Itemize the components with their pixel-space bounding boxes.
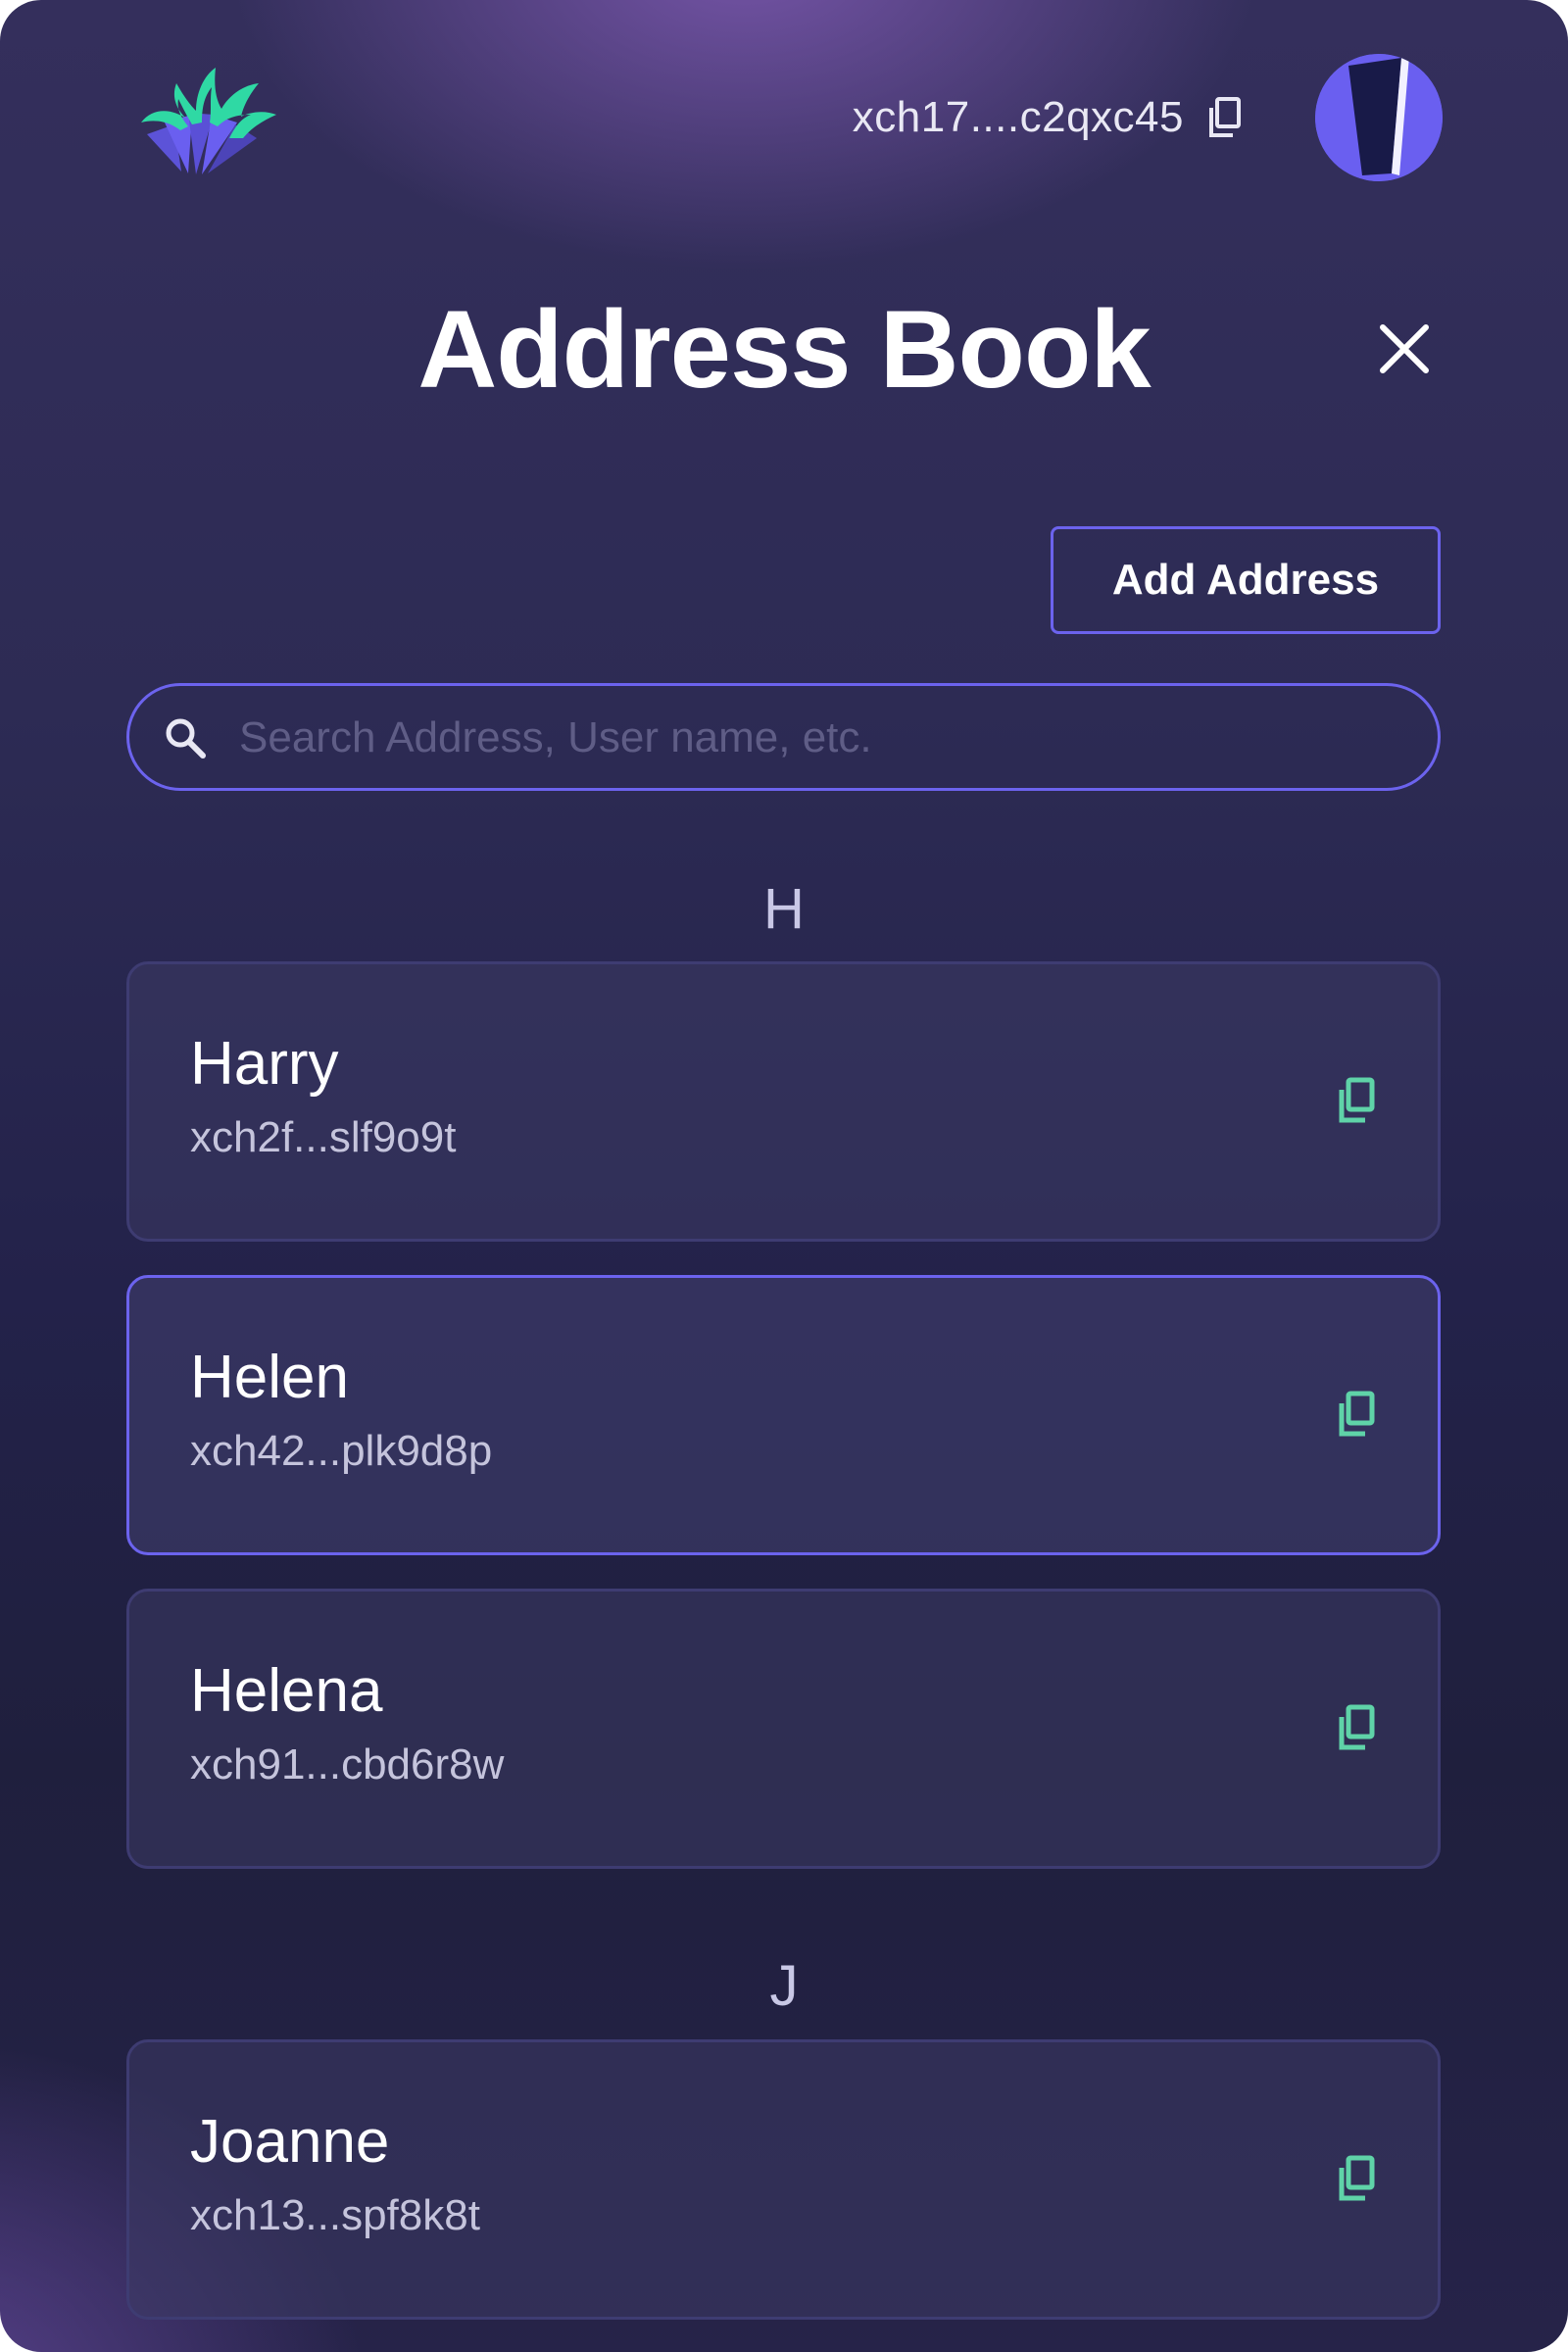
section-letter-h: H: [763, 877, 805, 941]
add-address-button[interactable]: Add Address: [1051, 526, 1441, 634]
copy-icon[interactable]: [1335, 1703, 1380, 1752]
copy-icon[interactable]: [1335, 2154, 1380, 2203]
copy-icon[interactable]: [1205, 96, 1245, 139]
contact-card-harry[interactable]: Harry xch2f...slf9o9t: [126, 961, 1441, 1242]
address-book-screen: xch17....c2qxc45 Address Book Add Addres…: [0, 0, 1568, 2352]
contact-card-joanne[interactable]: Joanne xch13...spf8k8t: [126, 2039, 1441, 2320]
page-title: Address Book: [417, 288, 1151, 411]
contact-name: Helen: [190, 1344, 349, 1411]
search-bar: [126, 683, 1441, 791]
contact-address: xch2f...slf9o9t: [190, 1113, 457, 1161]
avatar-icon[interactable]: [1315, 54, 1443, 181]
contact-address: xch13...spf8k8t: [190, 2191, 480, 2239]
contact-name: Harry: [190, 1030, 339, 1098]
contact-name: Helena: [190, 1657, 383, 1725]
contact-address: xch42...plk9d8p: [190, 1427, 493, 1475]
contact-name: Joanne: [190, 2108, 390, 2176]
wallet-address: xch17....c2qxc45: [853, 90, 1245, 145]
contact-card-helen[interactable]: Helen xch42...plk9d8p: [126, 1275, 1441, 1555]
copy-icon[interactable]: [1335, 1390, 1380, 1439]
search-input[interactable]: [237, 694, 1397, 782]
wallet-address-text: xch17....c2qxc45: [852, 93, 1184, 141]
close-icon[interactable]: [1377, 321, 1432, 376]
search-icon: [166, 718, 206, 759]
fan-logo-icon: [141, 68, 276, 174]
copy-icon[interactable]: [1335, 1076, 1380, 1125]
contact-address: xch91...cbd6r8w: [190, 1740, 505, 1788]
section-letter-j: J: [769, 1954, 799, 2018]
contact-card-helena[interactable]: Helena xch91...cbd6r8w: [126, 1589, 1441, 1869]
